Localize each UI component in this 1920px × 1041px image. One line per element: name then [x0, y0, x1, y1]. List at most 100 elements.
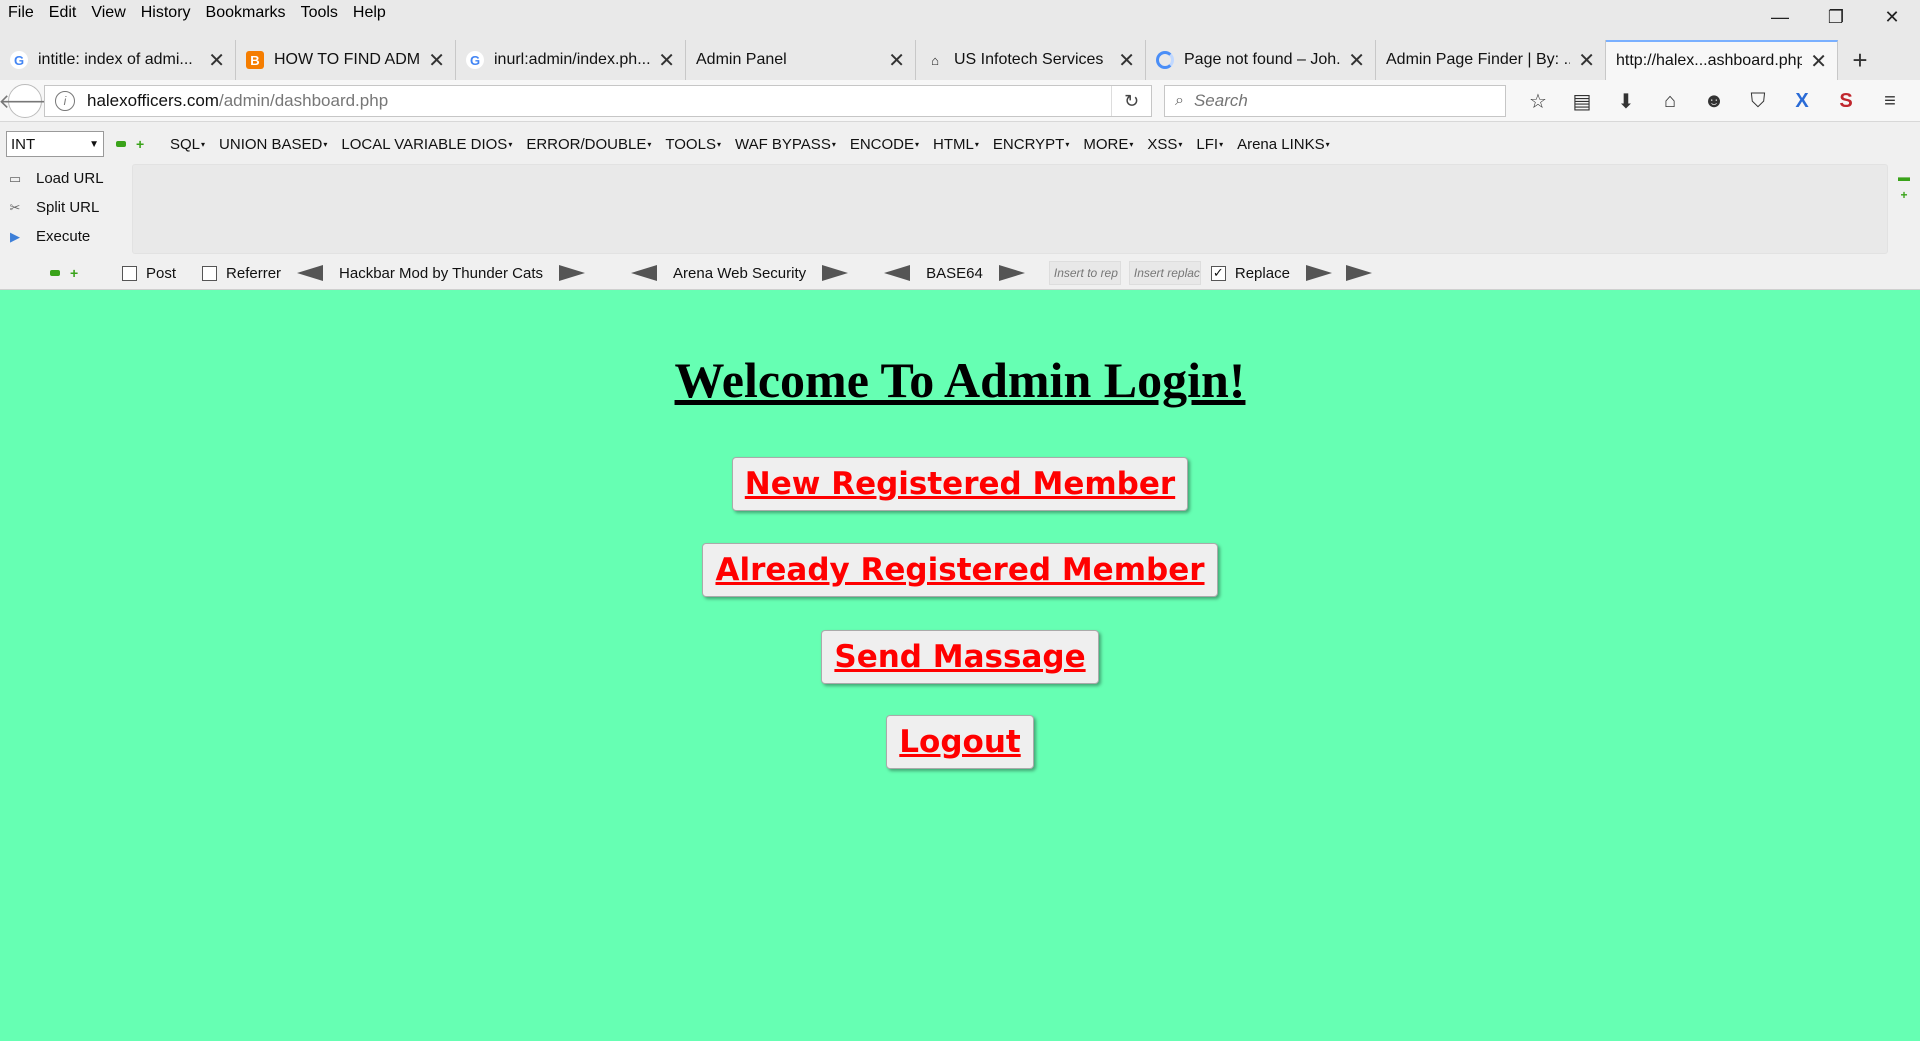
- hamburger-menu-icon[interactable]: ≡: [1868, 84, 1912, 118]
- hackbar-url-textarea[interactable]: [132, 164, 1888, 254]
- menu-encrypt[interactable]: ENCRYPT▾: [993, 136, 1069, 153]
- menu-arena-links[interactable]: Arena LINKS▾: [1237, 136, 1330, 153]
- replace-label: Replace: [1234, 264, 1290, 282]
- right-arrow-icon[interactable]: [559, 265, 586, 281]
- download-icon[interactable]: ⬇: [1604, 84, 1648, 118]
- replace-checkbox[interactable]: ✓ Replace: [1210, 264, 1290, 282]
- right-arrow-icon[interactable]: [822, 265, 849, 281]
- menu-xss[interactable]: XSS▾: [1147, 136, 1182, 153]
- plus-icon[interactable]: +: [136, 137, 146, 151]
- menu-more[interactable]: MORE▾: [1083, 136, 1133, 153]
- close-tab-icon[interactable]: ✕: [1578, 48, 1595, 73]
- new-tab-button[interactable]: +: [1838, 40, 1882, 80]
- right-arrow-icon[interactable]: [1345, 265, 1372, 281]
- menu-tools[interactable]: Tools: [294, 0, 345, 26]
- menu-tools[interactable]: TOOLS▾: [665, 136, 721, 153]
- emoji-icon[interactable]: ☻: [1692, 84, 1736, 118]
- play-icon: ▶: [10, 228, 20, 244]
- search-input[interactable]: [1191, 90, 1472, 112]
- menu-lfi[interactable]: LFI▾: [1196, 136, 1223, 153]
- tab-strip: G intitle: index of admi... ✕ B HOW TO F…: [0, 26, 1920, 80]
- close-tab-icon[interactable]: ✕: [658, 48, 675, 73]
- url-bar[interactable]: i halexofficers.com/admin/dashboard.php …: [44, 85, 1152, 117]
- menu-sql[interactable]: SQL▾: [170, 136, 205, 153]
- menu-html[interactable]: HTML▾: [933, 136, 979, 153]
- dropdown-icon: ▾: [1219, 140, 1224, 150]
- close-tab-icon[interactable]: ✕: [888, 48, 905, 73]
- send-message-button[interactable]: Send Massage: [821, 630, 1099, 684]
- insert-replacement-input[interactable]: Insert replac: [1128, 261, 1201, 285]
- tab-6[interactable]: Page not found – Joh... ✕: [1146, 40, 1376, 80]
- split-url-button[interactable]: ✂ Split URL: [0, 193, 130, 222]
- minus-icon[interactable]: [50, 270, 60, 276]
- checkmark-icon: ✓: [1210, 265, 1226, 281]
- button-row: Send Massage: [0, 630, 1920, 684]
- menu-file[interactable]: File: [1, 0, 41, 26]
- close-tab-icon[interactable]: ✕: [428, 48, 445, 73]
- insert-to-replace-input[interactable]: Insert to rep: [1048, 261, 1121, 285]
- extension-x-icon[interactable]: X: [1780, 84, 1824, 118]
- menu-error-double[interactable]: ERROR/DOUBLE▾: [526, 136, 651, 153]
- close-tab-icon[interactable]: ✕: [1810, 49, 1827, 74]
- type-select[interactable]: INT ▼: [6, 131, 104, 157]
- close-tab-icon[interactable]: ✕: [1348, 48, 1365, 73]
- menu-edit[interactable]: Edit: [42, 0, 84, 26]
- load-url-button[interactable]: ▭ Load URL: [0, 164, 130, 193]
- right-arrow-icon[interactable]: [998, 265, 1025, 281]
- info-icon[interactable]: i: [55, 91, 75, 111]
- scissors-icon: ✂: [9, 199, 21, 215]
- tab-title: US Infotech Services: [954, 51, 1104, 68]
- menu-encode[interactable]: ENCODE▾: [850, 136, 919, 153]
- plus-icon[interactable]: +: [70, 266, 80, 280]
- extension-s-icon[interactable]: S: [1824, 84, 1868, 118]
- menu-union-based[interactable]: UNION BASED▾: [219, 136, 327, 153]
- plus-icon[interactable]: +: [1898, 186, 1910, 204]
- minus-icon[interactable]: [116, 141, 126, 147]
- close-tab-icon[interactable]: ✕: [208, 48, 225, 73]
- home-icon[interactable]: ⌂: [1648, 84, 1692, 118]
- bookmark-star-icon[interactable]: ☆: [1516, 84, 1560, 118]
- tab-4[interactable]: Admin Panel ✕: [686, 40, 916, 80]
- close-tab-icon[interactable]: ✕: [1118, 48, 1135, 73]
- already-registered-member-button[interactable]: Already Registered Member: [702, 543, 1218, 597]
- menu-label: LFI: [1196, 135, 1219, 153]
- textarea-resize-controls: ▬ +: [1898, 168, 1910, 204]
- checkbox-box: [202, 265, 218, 281]
- right-arrow-icon[interactable]: [1305, 265, 1332, 281]
- menu-help[interactable]: Help: [346, 0, 393, 26]
- back-button[interactable]: 🡐: [0, 84, 52, 118]
- logout-button[interactable]: Logout: [886, 715, 1034, 769]
- menu-waf-bypass[interactable]: WAF BYPASS▾: [735, 136, 836, 153]
- type-select-value: INT: [11, 135, 36, 153]
- minus-icon[interactable]: ▬: [1898, 168, 1910, 186]
- dropdown-icon: ▾: [1178, 140, 1183, 150]
- menu-view[interactable]: View: [84, 0, 132, 26]
- tab-title: Page not found – Joh...: [1184, 51, 1341, 68]
- execute-button[interactable]: ▶ Execute: [0, 222, 130, 251]
- reload-icon[interactable]: ↻: [1111, 86, 1151, 116]
- tab-7[interactable]: Admin Page Finder | By: ... ✕: [1376, 40, 1606, 80]
- library-icon[interactable]: ▤: [1560, 84, 1604, 118]
- menu-label: LOCAL VARIABLE DIOS: [341, 135, 508, 153]
- menu-history[interactable]: History: [134, 0, 198, 26]
- menu-bookmarks[interactable]: Bookmarks: [199, 0, 293, 26]
- new-registered-member-button[interactable]: New Registered Member: [731, 457, 1189, 511]
- hackbar-actions: ▭ Load URL ✂ Split URL ▶ Execute: [0, 164, 130, 251]
- left-arrow-icon[interactable]: [297, 265, 324, 281]
- split-url-label: Split URL: [36, 199, 100, 216]
- pocket-icon[interactable]: ⛉: [1736, 84, 1780, 118]
- post-checkbox[interactable]: Post: [122, 265, 176, 282]
- referrer-checkbox[interactable]: Referrer: [202, 265, 281, 282]
- left-arrow-icon[interactable]: [631, 265, 658, 281]
- menu-label: MORE: [1083, 135, 1129, 153]
- search-bar[interactable]: ⌕: [1164, 85, 1506, 117]
- tab-2[interactable]: B HOW TO FIND ADMI... ✕: [236, 40, 456, 80]
- tab-5[interactable]: ⌂ US Infotech Services ✕: [916, 40, 1146, 80]
- tab-1[interactable]: G intitle: index of admi... ✕: [0, 40, 236, 80]
- menu-local-variable-dios[interactable]: LOCAL VARIABLE DIOS▾: [341, 136, 512, 153]
- tab-3[interactable]: G inurl:admin/index.ph... ✕: [456, 40, 686, 80]
- google-icon: G: [466, 51, 484, 69]
- tab-active[interactable]: http://halex...ashboard.php ✕: [1606, 40, 1838, 80]
- dropdown-icon: ▾: [1325, 140, 1330, 150]
- left-arrow-icon[interactable]: [884, 265, 911, 281]
